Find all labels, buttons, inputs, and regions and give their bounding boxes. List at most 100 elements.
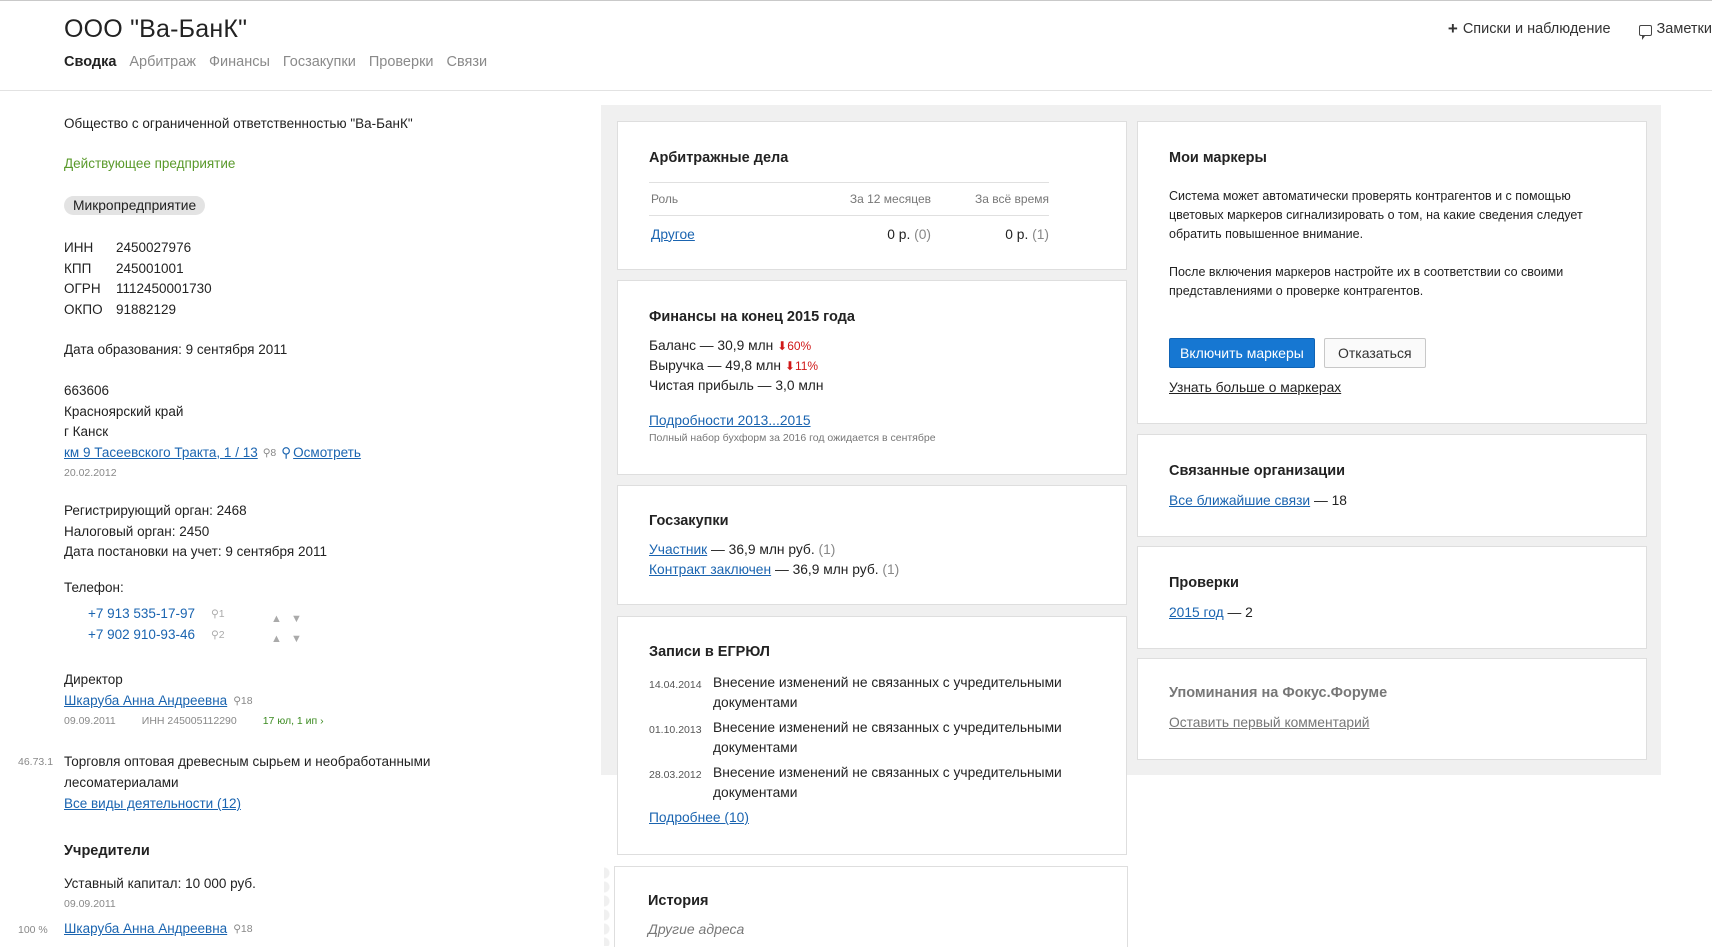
learn-markers-link[interactable]: Узнать больше о маркерах <box>1169 378 1341 398</box>
kpp-value: 245001001 <box>116 260 184 276</box>
director-block: Директор Шкаруба Анна Андреевна ⚲18 09.0… <box>64 670 324 732</box>
founder-row: Шкаруба Анна Андреевна ⚲18 <box>64 921 253 936</box>
egrul-row: 28.03.2012 Внесение изменений не связанн… <box>649 763 1093 803</box>
tab-connections[interactable]: Связи <box>447 54 488 70</box>
street-link[interactable]: км 9 Тасеевского Тракта, 1 / 13 <box>64 443 258 464</box>
contract-amount: — 36,9 млн руб. <box>771 562 879 577</box>
registry-block: Регистрирующий орган: 2468 Налоговый орг… <box>64 501 327 563</box>
forum-title: Упоминания на Фокус.Форуме <box>1169 685 1388 701</box>
company-full-name: Общество с ограниченной ответственностью… <box>64 116 413 131</box>
phone-count: 2 <box>218 628 225 641</box>
director-inn: ИНН 245005112290 <box>141 715 237 727</box>
director-link[interactable]: Шкаруба Анна Андреевна <box>64 691 227 712</box>
egrul-list: 14.04.2014 Внесение изменений не связанн… <box>649 673 1093 828</box>
activity-text-2: лесоматериалами <box>64 774 179 790</box>
size-badge-wrap: Микропредприятие <box>64 196 206 215</box>
egrul-card: Записи в ЕГРЮЛ 14.04.2014 Внесение измен… <box>617 616 1127 855</box>
founder-count: 18 <box>240 922 253 935</box>
tab-arbitration[interactable]: Арбитраж <box>129 54 196 70</box>
related-body: Все ближайшие связи — 18 <box>1169 491 1347 511</box>
phones-list: +7 913 535-17-97 ⚲1 ▲ ▼ +7 902 910-93-46… <box>88 604 307 645</box>
markers-para-2: После включения маркеров настройте их в … <box>1169 265 1564 298</box>
forum-comment-link[interactable]: Оставить первый комментарий <box>1169 713 1370 733</box>
finance-title: Финансы на конец 2015 года <box>649 309 855 325</box>
postcode: 663606 <box>64 383 110 398</box>
phone-search-icon[interactable]: ⚲2 <box>211 625 267 646</box>
phones-label: Телефон: <box>64 580 124 595</box>
notes-button[interactable]: Заметки <box>1638 21 1712 40</box>
thumb-up-icon[interactable]: ▲ <box>271 609 282 625</box>
size-badge: Микропредприятие <box>64 196 206 215</box>
inspections-body: 2015 год — 2 <box>1169 603 1253 623</box>
header-actions: + Списки и наблюдение Заметки <box>1447 19 1712 40</box>
participant-link[interactable]: Участник <box>649 542 707 557</box>
view-on-map-link[interactable]: Осмотреть <box>293 443 361 464</box>
enable-markers-button[interactable]: Включить маркеры <box>1169 338 1315 368</box>
founder-search-icon[interactable]: ⚲18 <box>233 923 252 935</box>
director-label: Директор <box>64 672 123 687</box>
finance-details-link[interactable]: Подробности 2013...2015 <box>649 413 811 428</box>
forum-card: Упоминания на Фокус.Форуме Оставить перв… <box>1137 658 1647 760</box>
lists-watch-label: Списки и наблюдение <box>1462 21 1611 37</box>
arbitration-header-row: Роль За 12 месяцев За всё время <box>649 182 1049 216</box>
value-all: 0 р. (1) <box>931 227 1049 242</box>
street-row: км 9 Тасеевского Тракта, 1 / 13 ⚲8 ⚲ Осм… <box>64 443 361 464</box>
tab-inspections[interactable]: Проверки <box>369 54 434 70</box>
capital-date: 09.09.2011 <box>64 898 116 910</box>
thumb-up-icon[interactable]: ▲ <box>271 629 282 645</box>
profit-text: Чистая прибыль — 3,0 млн <box>649 378 824 393</box>
phone-search-icon[interactable]: ⚲1 <box>211 604 267 625</box>
egrul-more-link[interactable]: Подробнее (10) <box>649 810 749 825</box>
egrul-text: Внесение изменений не связанных с учреди… <box>713 765 1062 800</box>
director-row: Шкаруба Анна Андреевна ⚲18 <box>64 691 324 712</box>
director-meta: 09.09.2011 ИНН 245005112290 17 юл, 1 ип … <box>64 711 324 732</box>
phone-link[interactable]: +7 913 535-17-97 <box>88 604 207 625</box>
capital: Уставный капитал: 10 000 руб. <box>64 876 256 891</box>
address-date: 20.02.2012 <box>64 467 117 479</box>
arbitration-card: Арбитражные дела Роль За 12 месяцев За в… <box>617 121 1127 270</box>
role-link[interactable]: Другое <box>651 227 695 242</box>
procurement-body: Участник — 36,9 млн руб. (1) Контракт за… <box>649 540 899 580</box>
value-all-count: (1) <box>1032 226 1049 242</box>
thumb-down-icon[interactable]: ▼ <box>291 629 302 645</box>
director-count: 18 <box>240 694 253 707</box>
related-link[interactable]: Все ближайшие связи <box>1169 493 1310 508</box>
reg-organ: Регистрирующий орган: 2468 <box>64 503 247 518</box>
revenue-text: Выручка — 49,8 млн <box>649 358 782 373</box>
plus-icon: + <box>1447 19 1458 38</box>
procurement-row: Участник — 36,9 млн руб. (1) <box>649 540 899 560</box>
phone-row: +7 902 910-93-46 ⚲2 ▲ ▼ <box>88 625 307 646</box>
ogrn-label: ОГРН <box>64 281 101 296</box>
contract-link[interactable]: Контракт заключен <box>649 562 771 577</box>
phone-link[interactable]: +7 902 910-93-46 <box>88 625 207 646</box>
decline-markers-button[interactable]: Отказаться <box>1324 338 1426 368</box>
founder-link[interactable]: Шкаруба Анна Андреевна <box>64 921 227 936</box>
all-activities-link[interactable]: Все виды деятельности (12) <box>64 794 241 815</box>
inspections-title: Проверки <box>1169 575 1239 591</box>
related-count: — 18 <box>1310 493 1347 508</box>
director-search-icon[interactable]: ⚲18 <box>233 691 252 712</box>
thumb-down-icon[interactable]: ▼ <box>291 609 302 625</box>
balance-text: Баланс — 30,9 млн <box>649 338 774 353</box>
ogrn-value: 1112450001730 <box>116 281 212 296</box>
tab-summary[interactable]: Сводка <box>64 54 116 70</box>
director-links[interactable]: 17 юл, 1 ип › <box>263 711 324 732</box>
egrul-date: 28.03.2012 <box>649 769 702 781</box>
history-subtitle: Другие адреса <box>648 921 745 937</box>
activity-text-1: Торговля оптовая древесным сырьем и необ… <box>64 754 431 769</box>
map-pin-icon: ⚲ <box>281 444 292 460</box>
tab-finance[interactable]: Финансы <box>209 54 270 70</box>
tab-procurement[interactable]: Госзакупки <box>283 54 356 70</box>
participant-amount: — 36,9 млн руб. <box>707 542 815 557</box>
inn-label: ИНН <box>64 240 94 255</box>
notes-label: Заметки <box>1656 21 1712 37</box>
arbitration-row: Другое 0 р. (0) 0 р. (1) <box>649 216 1049 252</box>
markers-card: Мои маркеры Система может автоматически … <box>1137 121 1647 424</box>
arrow-down-icon: ⬇ <box>784 359 795 373</box>
related-orgs-card: Связанные организации Все ближайшие связ… <box>1137 434 1647 537</box>
inspections-link[interactable]: 2015 год <box>1169 605 1224 620</box>
value-12m-count: (0) <box>914 226 931 242</box>
okpo-label: ОКПО <box>64 301 103 317</box>
lists-watch-button[interactable]: + Списки и наблюдение <box>1447 19 1611 38</box>
street-search-icon[interactable]: ⚲8 <box>263 443 277 464</box>
